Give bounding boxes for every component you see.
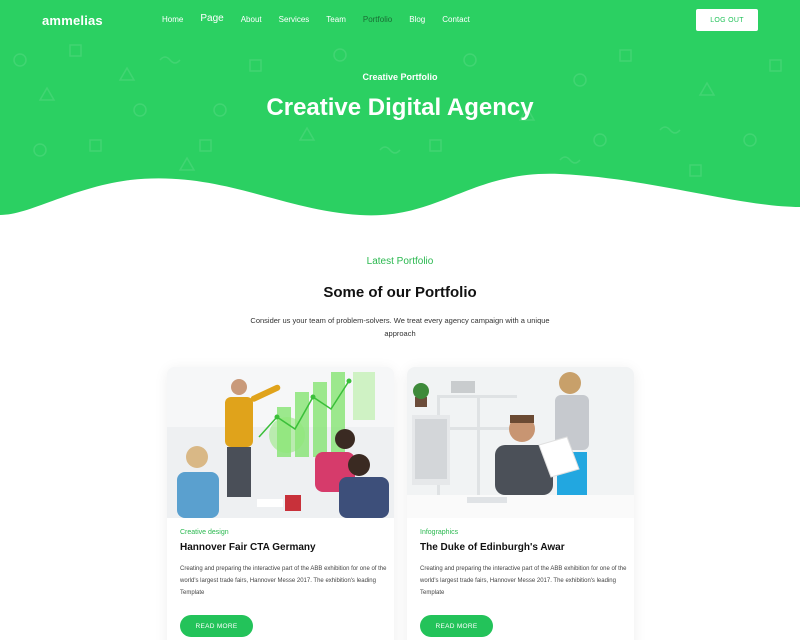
hero-title: Creative Digital Agency <box>266 94 534 121</box>
hero-subtitle: Creative Portfolio <box>362 72 438 82</box>
card-title[interactable]: Hannover Fair CTA Germany <box>180 542 316 553</box>
brand-logo[interactable]: ammelias <box>42 13 103 28</box>
section-eyebrow: Latest Portfolio <box>366 256 434 267</box>
hero-banner: ammelias Home Page About Services Team P… <box>0 0 800 240</box>
portfolio-card[interactable]: Infographics The Duke of Edinburgh's Awa… <box>407 367 634 640</box>
read-more-button[interactable]: READ MORE <box>420 615 493 637</box>
card-description: Creating and preparing the interactive p… <box>180 566 387 596</box>
nav-item-home[interactable]: Home <box>162 14 183 26</box>
card-description: Creating and preparing the interactive p… <box>420 566 627 596</box>
nav-menu: Home Page About Services Team Portfolio … <box>162 14 487 26</box>
nav-item-blog[interactable]: Blog <box>409 14 425 26</box>
card-category[interactable]: Creative design <box>180 529 229 536</box>
nav-item-page[interactable]: Page <box>200 14 223 26</box>
nav-item-team[interactable]: Team <box>326 14 346 26</box>
card-category[interactable]: Infographics <box>420 529 458 536</box>
section-title: Some of our Portfolio <box>323 284 477 301</box>
portfolio-card[interactable]: Creative design Hannover Fair CTA German… <box>167 367 394 640</box>
nav-item-services[interactable]: Services <box>279 14 310 26</box>
nav-item-contact[interactable]: Contact <box>442 14 470 26</box>
top-navbar: ammelias Home Page About Services Team P… <box>0 0 800 40</box>
logout-button[interactable]: LOG OUT <box>696 9 758 31</box>
card-title[interactable]: The Duke of Edinburgh's Awar <box>420 542 565 553</box>
portfolio-image-office-work[interactable] <box>407 367 634 518</box>
nav-item-portfolio[interactable]: Portfolio <box>363 14 392 26</box>
read-more-button[interactable]: READ MORE <box>180 615 253 637</box>
portfolio-image-team-meeting[interactable] <box>167 367 394 518</box>
nav-item-about[interactable]: About <box>241 14 262 26</box>
section-description: Consider us your team of problem-solvers… <box>250 316 550 338</box>
